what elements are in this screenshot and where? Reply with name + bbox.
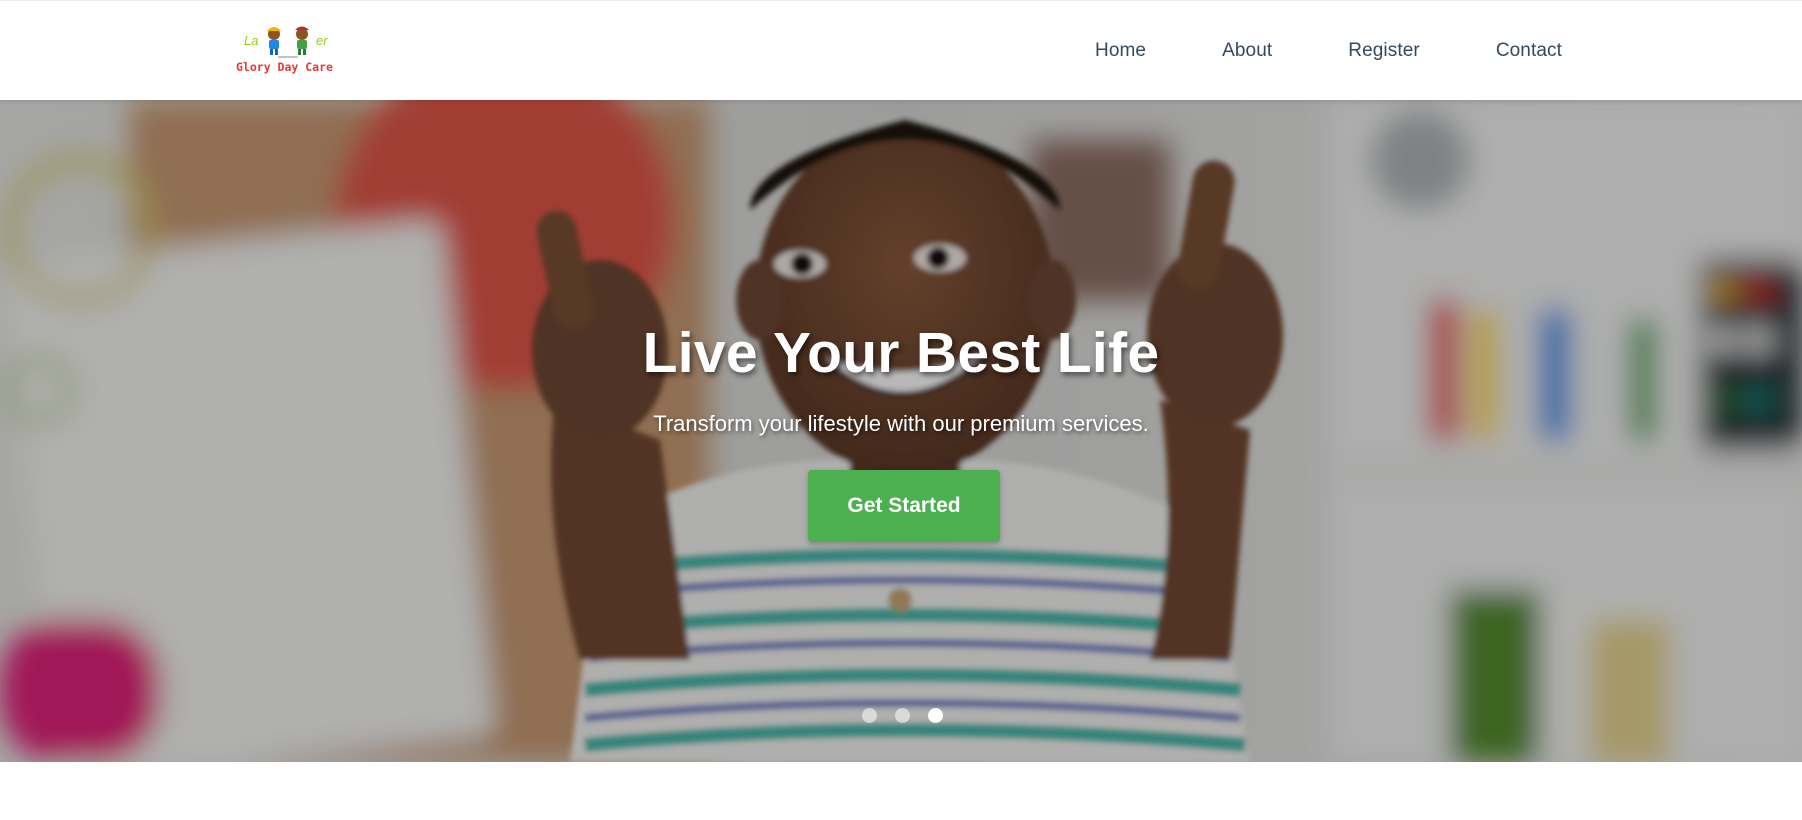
carousel-dot-3[interactable] [928,708,943,723]
nav-link-contact[interactable]: Contact [1496,40,1562,62]
hero-carousel: Live Your Best Life Transform your lifes… [0,100,1802,762]
logo-kid-left-icon [267,27,281,55]
carousel-indicators [862,708,943,723]
logo-graphic: La er Glory Day Care [236,26,333,74]
nav-link-home[interactable]: Home [1095,40,1146,62]
get-started-button[interactable]: Get Started [808,470,1000,542]
carousel-dot-2[interactable] [895,708,910,723]
brand-logo[interactable]: La er Glory Day Care [232,23,348,75]
hero-title: Live Your Best Life [642,321,1160,385]
carousel-dot-1[interactable] [862,708,877,723]
hero-subtitle: Transform your lifestyle with our premiu… [653,411,1149,436]
logo-text-bottom: Glory Day Care [236,60,333,74]
logo-text-top-left: La [244,33,258,48]
logo-text-top-right: er [316,33,328,48]
nav-link-register[interactable]: Register [1348,40,1420,62]
nav-link-about[interactable]: About [1222,40,1272,62]
logo-kid-right-icon [295,26,309,55]
site-header: La er Glory Day Care Home About Register… [0,0,1802,100]
main-nav: Home About Register Contact [1095,1,1562,101]
hero-content: Live Your Best Life Transform your lifes… [0,100,1802,762]
